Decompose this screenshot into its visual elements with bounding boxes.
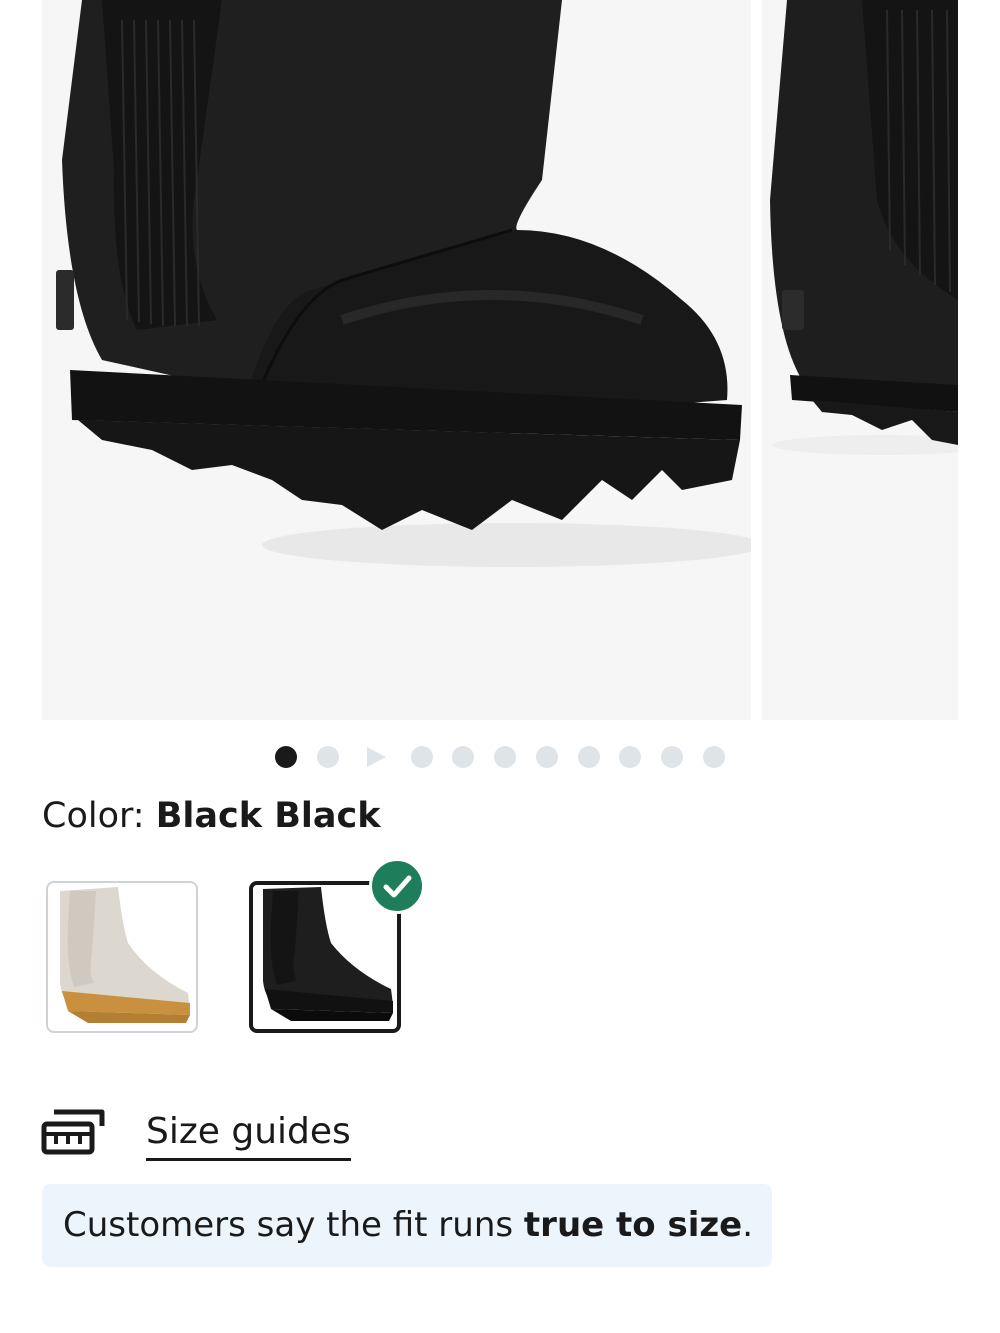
size-guides-link[interactable]: Size guides bbox=[146, 1108, 351, 1161]
color-value: Black Black bbox=[155, 796, 381, 836]
carousel-dot-4[interactable] bbox=[411, 746, 433, 768]
carousel-dot-9[interactable] bbox=[619, 746, 641, 768]
carousel-dot-5[interactable] bbox=[452, 746, 474, 768]
product-image-next[interactable] bbox=[762, 0, 958, 720]
product-image-carousel[interactable] bbox=[0, 0, 1000, 720]
carousel-pagination bbox=[0, 745, 1000, 769]
fit-text-suffix: . bbox=[742, 1205, 754, 1245]
selected-check-icon bbox=[369, 858, 425, 914]
carousel-dot-6[interactable] bbox=[494, 746, 516, 768]
color-swatch-cream[interactable] bbox=[46, 881, 198, 1033]
fit-text-prefix: Customers say the fit runs bbox=[63, 1205, 524, 1245]
carousel-dot-10[interactable] bbox=[661, 746, 683, 768]
cream-boot-thumbnail bbox=[60, 887, 190, 1023]
product-image-main[interactable] bbox=[42, 0, 751, 720]
color-label: Color: bbox=[42, 796, 145, 836]
fit-text-emphasis: true to size bbox=[523, 1205, 743, 1245]
carousel-dot-8[interactable] bbox=[578, 746, 600, 768]
carousel-dot-2[interactable] bbox=[317, 746, 339, 768]
color-selection-label: Color: Black Black bbox=[42, 794, 381, 838]
ruler-card-icon bbox=[40, 1108, 106, 1156]
carousel-dot-11[interactable] bbox=[703, 746, 725, 768]
video-play-icon[interactable] bbox=[365, 746, 387, 768]
carousel-dot-7[interactable] bbox=[536, 746, 558, 768]
carousel-dot-1[interactable] bbox=[275, 746, 297, 768]
black-boot-side-image bbox=[770, 0, 958, 455]
fit-info-banner: Customers say the fit runs true to size. bbox=[42, 1184, 772, 1267]
black-boot-closeup-image bbox=[56, 0, 751, 567]
